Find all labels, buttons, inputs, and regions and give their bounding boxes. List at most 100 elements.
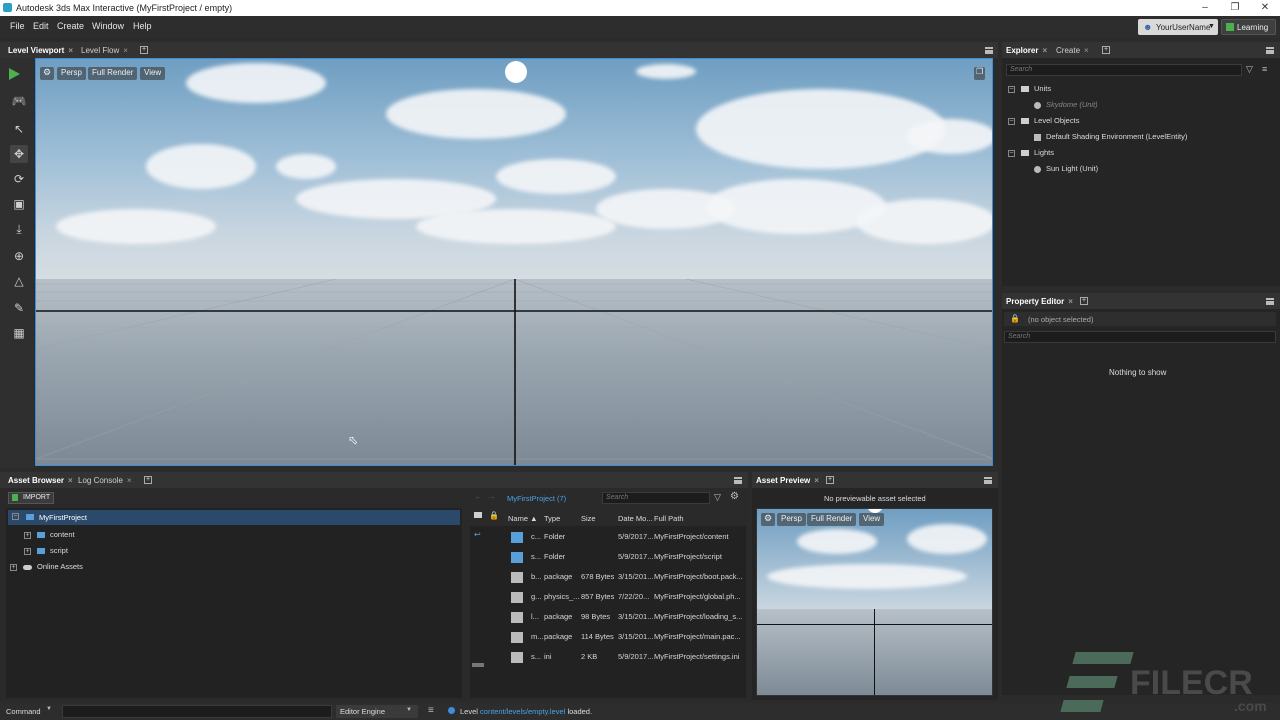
gear-icon[interactable]: ⚙ — [730, 491, 739, 502]
collapse-icon[interactable]: − — [12, 513, 19, 520]
tab-property-editor[interactable]: Property Editor × — [1006, 297, 1073, 306]
close-icon[interactable]: × — [68, 476, 73, 485]
gamepad-icon[interactable]: 🎮 — [10, 92, 28, 110]
list-item[interactable]: c... Folder 5/9/2017... MyFirstProject/c… — [470, 526, 746, 546]
list-item[interactable]: m... package 114 Bytes 3/15/201... MyFir… — [470, 626, 746, 646]
tree-item-shading-environment[interactable]: Default Shading Environment (LevelEntity… — [1034, 132, 1187, 141]
rotate-tool-icon[interactable]: ⟳ — [10, 170, 28, 188]
column-type[interactable]: Type — [544, 514, 560, 523]
property-search-input[interactable]: Search — [1004, 331, 1276, 343]
back-arrow-icon[interactable]: ← — [474, 492, 482, 501]
add-tab-icon[interactable]: + — [144, 476, 152, 484]
menu-icon[interactable] — [734, 477, 742, 484]
filter-icon[interactable]: ▽ — [714, 492, 721, 503]
list-item[interactable]: g... physics_... 857 Bytes 7/22/20... My… — [470, 586, 746, 606]
lock-icon[interactable]: 🔒 — [1010, 314, 1020, 323]
tab-log-console[interactable]: Log Console × — [78, 476, 132, 485]
sort-icon[interactable]: ≡ — [1262, 64, 1267, 74]
object-tool-icon[interactable]: ▦ — [10, 324, 28, 342]
menu-window[interactable]: Window — [92, 21, 124, 31]
column-path[interactable]: Full Path — [654, 514, 684, 523]
tree-group-level-objects[interactable]: − Level Objects — [1008, 116, 1079, 125]
close-icon[interactable]: × — [814, 476, 819, 485]
expand-icon[interactable]: + — [10, 563, 17, 571]
tree-item-online-assets[interactable]: + Online Assets — [10, 562, 83, 571]
close-icon[interactable]: × — [1042, 46, 1047, 55]
tree-item-content[interactable]: + content — [24, 530, 75, 539]
forward-arrow-icon[interactable]: → — [488, 492, 496, 501]
maximize-viewport-icon[interactable]: ❐ — [974, 67, 986, 80]
log-icon[interactable]: ≡ — [428, 705, 434, 716]
tree-row-selected[interactable]: − MyFirstProject — [8, 510, 460, 525]
list-item[interactable]: l... package 98 Bytes 3/15/201... MyFirs… — [470, 606, 746, 626]
user-button[interactable]: ☻ YourUserName ▼ — [1138, 19, 1218, 35]
learning-button[interactable]: Learning — [1221, 19, 1276, 35]
measure-tool-icon[interactable]: △ — [10, 272, 28, 290]
column-name[interactable]: Name ▲ — [508, 514, 538, 523]
add-tab-icon[interactable]: + — [1102, 46, 1110, 54]
asset-search-input[interactable]: Search — [602, 492, 710, 504]
tab-create[interactable]: Create × — [1056, 46, 1089, 55]
chevron-down-icon[interactable]: ▼ — [46, 706, 52, 712]
close-icon[interactable]: × — [123, 46, 128, 55]
maximize-button[interactable]: ❐ — [1220, 1, 1250, 15]
sun-light-icon[interactable] — [505, 61, 527, 83]
project-breadcrumb[interactable]: MyFirstProject (7) — [507, 494, 566, 503]
menu-help[interactable]: Help — [133, 21, 152, 31]
gear-icon[interactable]: ⚙ — [40, 67, 55, 80]
tab-asset-browser[interactable]: Asset Browser × — [8, 476, 73, 485]
close-button[interactable]: ✕ — [1250, 1, 1280, 15]
tab-level-viewport[interactable]: Level Viewport × — [8, 46, 73, 55]
menu-icon[interactable] — [1266, 298, 1274, 305]
menu-icon[interactable] — [1266, 47, 1274, 54]
command-input[interactable] — [62, 705, 332, 718]
tree-item-sun-light[interactable]: Sun Light (Unit) — [1034, 164, 1098, 173]
persp-button[interactable]: Persp — [57, 67, 86, 80]
menu-icon[interactable] — [984, 477, 992, 484]
play-icon[interactable] — [9, 68, 20, 80]
filter-icon[interactable]: ▽ — [1246, 64, 1253, 75]
persp-button[interactable]: Persp — [777, 513, 806, 526]
list-item[interactable]: b... package 678 Bytes 3/15/201... MyFir… — [470, 566, 746, 586]
minimize-button[interactable]: – — [1190, 1, 1220, 15]
expand-icon[interactable]: + — [24, 547, 31, 555]
splitter[interactable] — [464, 508, 469, 698]
menu-edit[interactable]: Edit — [33, 21, 49, 31]
add-tab-icon[interactable]: + — [1080, 297, 1088, 305]
close-icon[interactable]: × — [1084, 46, 1089, 55]
collapse-icon[interactable]: − — [1008, 85, 1015, 93]
view-button[interactable]: View — [140, 67, 166, 80]
snap-tool-icon[interactable]: ⊕ — [10, 247, 28, 265]
gear-icon[interactable]: ⚙ — [761, 513, 776, 526]
list-item[interactable]: s... Folder 5/9/2017... MyFirstProject/s… — [470, 546, 746, 566]
collapse-icon[interactable]: − — [1008, 117, 1015, 125]
collapse-icon[interactable]: − — [1008, 149, 1015, 157]
select-tool-icon[interactable]: ↖ — [10, 120, 28, 138]
preview-viewport[interactable]: ⚙ Persp Full Render View — [756, 508, 993, 696]
tree-group-units[interactable]: − Units — [1008, 84, 1051, 93]
column-date[interactable]: Date Mo... — [618, 514, 653, 523]
level-viewport[interactable]: ⚙ Persp Full Render View ❐ ⬁ — [35, 58, 993, 466]
column-size[interactable]: Size — [581, 514, 596, 523]
add-tab-icon[interactable]: + — [140, 46, 148, 54]
status-link[interactable]: content/levels/empty.level — [480, 707, 565, 716]
paint-tool-icon[interactable]: ✎ — [10, 299, 28, 317]
engine-select[interactable]: Editor Engine ▼ — [336, 705, 418, 718]
list-item[interactable]: s... ini 2 KB 5/9/2017... MyFirstProject… — [470, 646, 746, 666]
full-render-button[interactable]: Full Render — [807, 513, 857, 526]
close-icon[interactable]: × — [1068, 297, 1073, 306]
tree-item-skydome[interactable]: Skydome (Unit) — [1034, 100, 1098, 109]
full-render-button[interactable]: Full Render — [88, 67, 138, 80]
close-icon[interactable]: × — [68, 46, 73, 55]
import-button[interactable]: IMPORT — [8, 492, 54, 504]
add-tab-icon[interactable]: + — [826, 476, 834, 484]
explorer-search-input[interactable]: Search — [1006, 64, 1242, 76]
close-icon[interactable]: × — [127, 476, 132, 485]
menu-icon[interactable] — [985, 47, 993, 54]
expand-icon[interactable]: + — [24, 531, 31, 539]
tree-item-script[interactable]: + script — [24, 546, 68, 555]
tab-asset-preview[interactable]: Asset Preview × — [756, 476, 819, 485]
place-tool-icon[interactable]: ⤓ — [10, 220, 28, 238]
tab-level-flow[interactable]: Level Flow × — [81, 46, 128, 55]
tree-group-lights[interactable]: − Lights — [1008, 148, 1054, 157]
